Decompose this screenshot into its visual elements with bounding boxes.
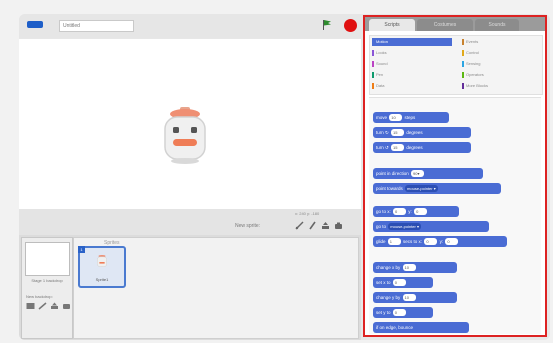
x-input[interactable]: 0 — [393, 208, 407, 216]
tab-scripts[interactable]: Scripts — [369, 19, 415, 31]
editor-tabs: Scripts Costumes Sounds — [365, 17, 545, 31]
go-to-xy-block[interactable]: go to x: 0 y: 0 — [373, 206, 459, 217]
mouse-coordinates: x: 240 y: -180 — [295, 211, 320, 216]
new-sprite-label: New sprite: — [235, 223, 261, 229]
turn-right-block[interactable]: turn ↻ 15 degrees — [373, 127, 471, 138]
block-text: turn ↺ — [376, 145, 389, 150]
change-x-block[interactable]: change x by 10 — [373, 262, 457, 273]
block-text: glide — [376, 239, 386, 244]
category-events[interactable]: Events — [462, 38, 538, 46]
set-y-block[interactable]: set y to 0 — [373, 307, 433, 318]
block-text: move — [376, 115, 388, 120]
sprite-list: Sprites 1 Sprite1 — [73, 237, 359, 339]
towards-dropdown[interactable]: mouse-pointer ▾ — [405, 185, 438, 193]
x-set-input[interactable]: 0 — [392, 279, 406, 287]
block-text: go to x: — [376, 209, 391, 214]
go-to-dropdown[interactable]: mouse-pointer ▾ — [388, 223, 421, 231]
category-data[interactable]: Data — [372, 82, 452, 90]
paint-new-sprite-icon[interactable] — [295, 221, 304, 230]
y-set-input[interactable]: 0 — [392, 309, 406, 317]
block-text: turn ↻ — [376, 130, 389, 135]
bounce-block[interactable]: if on edge, bounce — [373, 322, 469, 333]
block-text: steps — [404, 115, 416, 120]
project-title-field[interactable]: Untitled — [59, 20, 134, 32]
choose-sprite-icon[interactable] — [308, 221, 317, 230]
block-text: point towards — [376, 186, 403, 191]
category-looks[interactable]: Looks — [372, 49, 452, 57]
block-text: set y to — [376, 310, 391, 315]
block-text: secs to x: — [403, 239, 423, 244]
glide-block[interactable]: glide 1 secs to x: 0 y: 0 — [373, 236, 507, 247]
move-steps-block[interactable]: move 10 steps — [373, 112, 449, 123]
secs-input[interactable]: 1 — [387, 238, 401, 246]
tab-sounds[interactable]: Sounds — [475, 19, 519, 31]
robot-sprite[interactable] — [159, 105, 211, 173]
y-input[interactable]: 0 — [445, 238, 459, 246]
blocks-area: move 10 steps turn ↻ 15 degrees turn ↺ 1… — [369, 97, 541, 334]
block-text: degrees — [406, 130, 423, 135]
block-text: change y by — [376, 295, 401, 300]
sprite-thumbnail[interactable]: 1 Sprite1 — [78, 246, 126, 288]
robot-sprite-thumb-icon — [97, 254, 107, 267]
upload-sprite-icon[interactable] — [321, 221, 330, 230]
sprite-name: Sprite1 — [95, 277, 109, 282]
block-text: change x by — [376, 265, 401, 270]
stage-panel[interactable]: Stage 1 backdrop New backdrop: — [21, 237, 73, 339]
tab-costumes[interactable]: Costumes — [417, 19, 473, 31]
scratch-editor: Untitled x: 240 y: -180 New sprite: Stag… — [19, 14, 550, 340]
stage-header: Untitled — [19, 14, 361, 38]
block-text: go to — [376, 224, 387, 229]
choose-backdrop-icon[interactable] — [38, 302, 47, 310]
category-pen[interactable]: Pen — [372, 71, 452, 79]
block-text: degrees — [406, 145, 423, 150]
sprite-toolbar: x: 240 y: -180 New sprite: — [19, 209, 361, 235]
category-operators[interactable]: Operators — [462, 71, 538, 79]
degrees-input[interactable]: 15 — [391, 129, 405, 137]
change-y-block[interactable]: change y by 10 — [373, 292, 457, 303]
x-input[interactable]: 0 — [424, 238, 438, 246]
version-badge-icon — [27, 21, 43, 28]
sprite-number-badge: 1 — [78, 246, 85, 253]
category-more-blocks[interactable]: More Blocks — [462, 82, 538, 90]
category-motion[interactable]: Motion — [372, 38, 452, 46]
camera-icon[interactable] — [334, 221, 343, 230]
category-sound[interactable]: Sound — [372, 60, 452, 68]
block-text: point in direction — [376, 171, 409, 176]
category-control[interactable]: Control — [462, 49, 538, 57]
block-text: y: — [408, 209, 412, 214]
x-change-input[interactable]: 10 — [402, 264, 416, 272]
stage-thumbnail[interactable] — [25, 242, 70, 276]
camera-backdrop-icon[interactable] — [62, 302, 71, 310]
go-to-block[interactable]: go to mouse-pointer ▾ — [373, 221, 489, 232]
stage-canvas[interactable] — [19, 39, 361, 209]
backdrop-tools — [26, 302, 71, 310]
turn-left-block[interactable]: turn ↺ 15 degrees — [373, 142, 471, 153]
block-text: if on edge, bounce — [376, 325, 414, 330]
steps-input[interactable]: 10 — [389, 114, 403, 122]
new-backdrop-label: New backdrop: — [26, 294, 53, 299]
stop-sign-icon[interactable] — [344, 19, 357, 32]
block-palette: Scripts Costumes Sounds Motion Looks Sou… — [363, 15, 547, 337]
stage-thumb-label: Stage 1 backdrop — [31, 278, 63, 283]
green-flag-icon[interactable] — [321, 19, 333, 31]
y-change-input[interactable]: 10 — [402, 294, 416, 302]
paint-backdrop-icon[interactable] — [26, 302, 35, 310]
sprites-area: Stage 1 backdrop New backdrop: Sprites 1… — [19, 235, 361, 340]
degrees-input[interactable]: 15 — [391, 144, 405, 152]
point-in-direction-block[interactable]: point in direction 90▾ — [373, 168, 483, 179]
direction-input[interactable]: 90▾ — [411, 170, 425, 178]
point-towards-block[interactable]: point towards mouse-pointer ▾ — [373, 183, 501, 194]
set-x-block[interactable]: set x to 0 — [373, 277, 433, 288]
block-text: set x to — [376, 280, 391, 285]
y-input[interactable]: 0 — [414, 208, 428, 216]
block-text: y: — [439, 239, 444, 244]
block-categories: Motion Looks Sound Pen Data Events Contr… — [369, 35, 543, 95]
upload-backdrop-icon[interactable] — [50, 302, 59, 310]
category-sensing[interactable]: Sensing — [462, 60, 538, 68]
